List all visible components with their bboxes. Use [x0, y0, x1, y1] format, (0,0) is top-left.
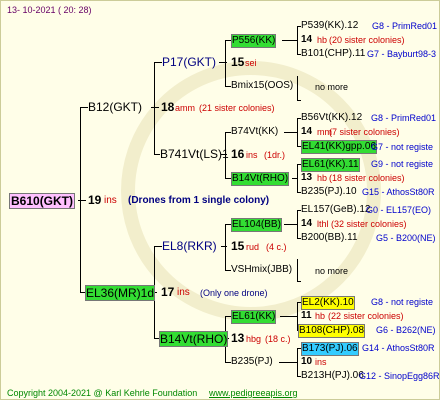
b235b-queen[interactable]: B235(PJ) — [231, 356, 273, 368]
root-queen[interactable]: B610(GKT) — [9, 193, 76, 209]
el61a-rel: G9 - not registe — [371, 159, 434, 169]
bmix15-more: no more — [315, 82, 349, 92]
b12-sis: (21 sister colonies) — [199, 103, 275, 113]
root-note: (Drones from 1 single colony) — [128, 195, 270, 206]
el8-queen[interactable]: EL8(RKR) — [162, 239, 217, 253]
el36-ins: ins — [177, 287, 190, 298]
b12-queen[interactable]: B12(GKT) — [88, 100, 142, 114]
el36-queen[interactable]: EL36(MR)1d — [85, 285, 156, 301]
el2-queen[interactable]: EL2(KK).10 — [301, 296, 355, 310]
root-ins: ins — [104, 195, 117, 206]
b101-queen[interactable]: B101(CHP).11 — [301, 48, 365, 60]
g13a-ins: hb — [317, 173, 328, 183]
g11-sis: (22 sister colonies) — [328, 311, 404, 321]
b14a-queen[interactable]: B14Vt(RHO) — [231, 172, 290, 186]
el36-note: (Only one drone) — [200, 288, 268, 298]
b741-gen: 16 — [231, 147, 245, 161]
el104-queen[interactable]: EL104(BB) — [231, 218, 282, 232]
p556-rel: G8 - PrimRed01 — [372, 21, 438, 31]
el36-gen: 17 — [161, 285, 175, 299]
gen15b-sis: (4 c.) — [266, 242, 287, 252]
b235a-rel: G15 - AthosSt80R — [362, 187, 435, 197]
g10-num: 10 — [301, 356, 313, 367]
el157-queen[interactable]: EL157(GeB).12 — [301, 204, 371, 216]
g14c-num: 14 — [301, 218, 313, 229]
g14c-sis: (32 sister colonies) — [331, 219, 407, 229]
g14b-sis: (7 sister colonies) — [329, 127, 400, 137]
p556-sis: (20 sister colonies) — [329, 35, 405, 45]
el41-queen[interactable]: EL41(KK)gpp.06 — [301, 140, 377, 154]
p556-gen: 14 — [301, 34, 313, 45]
gen15b-ins: rud — [246, 242, 260, 252]
gen15b-num: 15 — [231, 239, 245, 253]
b14b-gen: 13 — [231, 331, 245, 345]
b108-rel: G6 - B262(NE) — [376, 325, 436, 335]
gen15a-ins: sei — [245, 58, 257, 68]
g11-ins: hb — [315, 311, 326, 321]
vshmix-more: no more — [315, 266, 349, 276]
g11-num: 11 — [301, 310, 312, 321]
b56-rel: G8 - PrimRed01 — [371, 113, 437, 123]
el61a-queen[interactable]: EL61(KK).11 — [301, 158, 360, 172]
g10-ins: ins — [315, 357, 327, 367]
b108-queen[interactable]: B108(CHP).08 — [298, 324, 366, 338]
b14b-queen[interactable]: B14Vt(RHO) — [159, 331, 229, 347]
b235a-queen[interactable]: B235(PJ).10 — [301, 186, 357, 198]
root-gen: 19 — [88, 193, 102, 207]
b213-queen[interactable]: B213H(PJ).06 — [301, 370, 364, 382]
b56-queen[interactable]: B56Vt(KK).12 — [301, 112, 362, 124]
footer-copyright: Copyright 2004-2021 @ Karl Kehrle Founda… — [7, 388, 198, 398]
p556-ins: hb — [317, 35, 328, 45]
b741-sis: (1dr.) — [264, 150, 286, 160]
b200-rel: G5 - B200(NE) — [376, 233, 436, 243]
b12-ins: amm — [175, 103, 195, 113]
g14c-ins: lthl — [317, 219, 329, 229]
b173-queen[interactable]: B173(PJ).06 — [301, 342, 359, 356]
g14b-num: 14 — [301, 126, 313, 137]
el157-rel: G0 - EL157(EO) — [366, 205, 432, 215]
b213-rel: G12 - SinopEgg86R — [359, 371, 440, 381]
gen15a-num: 15 — [231, 55, 245, 69]
el41-rel: G7 - not registe — [371, 142, 434, 152]
vshmix-queen[interactable]: VSHmix(JBB) — [231, 264, 292, 276]
b74a-queen[interactable]: B74Vt(KK) — [231, 126, 278, 138]
p17-queen[interactable]: P17(GKT) — [162, 55, 216, 69]
date-stamp: 13- 10-2021 ( 20: 28) — [7, 5, 92, 15]
el2-rel: G8 - not registe — [371, 297, 434, 307]
b200-queen[interactable]: B200(BB).11 — [301, 232, 358, 244]
pedigree-chart: 13- 10-2021 ( 20: 28) B610(GKT) 19 ins (… — [0, 0, 440, 400]
p556-queen[interactable]: P556(KK) — [231, 34, 277, 48]
b173-rel: G14 - AthosSt80R — [362, 343, 435, 353]
g13a-sis: (18 sister colonies) — [329, 173, 405, 183]
footer-site-link[interactable]: www.pedigreeapis.org — [209, 387, 298, 399]
b741-ins: ins — [246, 150, 258, 160]
g13a-num: 13 — [301, 172, 313, 183]
b12-gen: 18 — [161, 100, 175, 114]
el61b-queen[interactable]: EL61(KK) — [231, 310, 277, 324]
b14b-ins: hbg — [246, 334, 262, 344]
b101-rel: G7 - Bayburt98-3 — [367, 49, 437, 59]
b14b-sis: (18 c.) — [265, 334, 291, 344]
p539-queen[interactable]: P539(KK).12 — [301, 20, 358, 32]
b741-queen[interactable]: B741Vt(LS)1 — [160, 147, 229, 161]
bmix15-queen[interactable]: Bmix15(OOS) — [231, 80, 293, 92]
